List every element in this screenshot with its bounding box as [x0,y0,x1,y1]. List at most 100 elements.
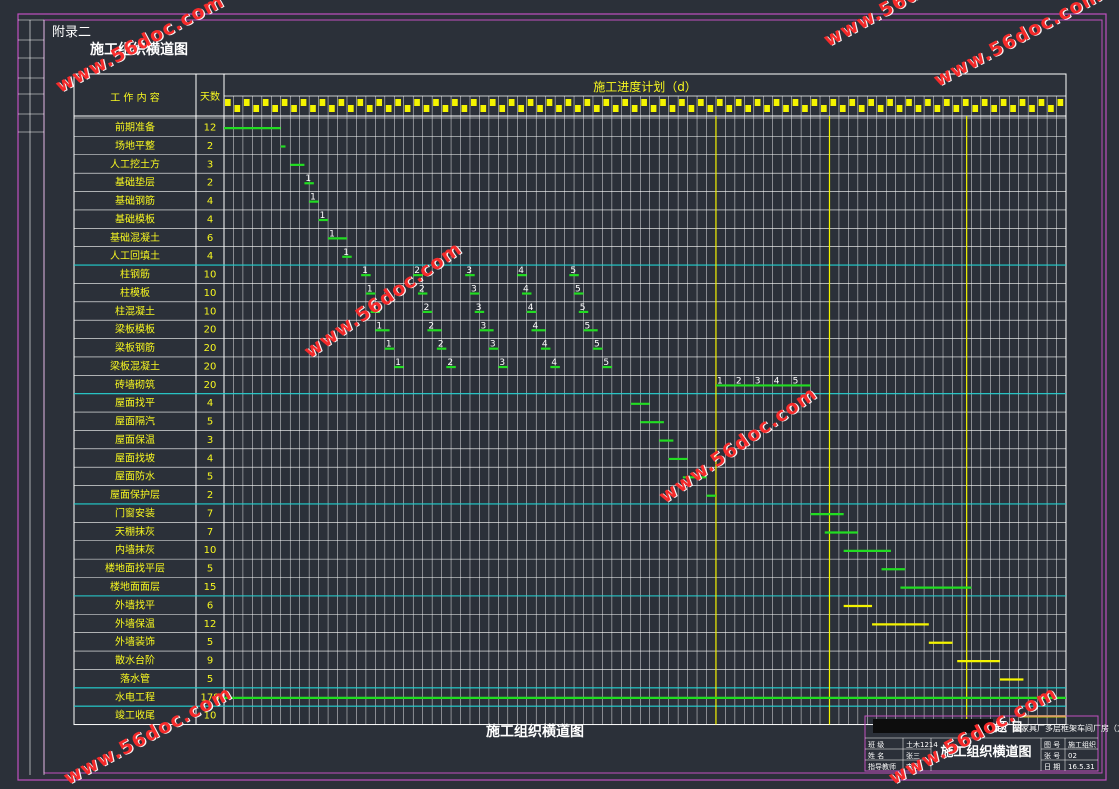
task-name: 柱模板 [120,286,150,299]
day-tick [660,99,666,106]
task-name: 梁板钢筋 [115,341,155,354]
day-tick [395,99,401,106]
day-tick [461,105,468,112]
task-days: 4 [207,251,213,262]
day-tick [423,105,430,112]
day-tick [726,105,733,112]
day-tick [1038,99,1045,106]
task-name: 天棚抹灰 [115,525,155,538]
section-label: 2 [438,340,444,350]
task-name: 梁板混凝土 [110,359,160,372]
task-name: 屋面找坡 [115,451,155,464]
day-tick [972,105,979,112]
day-tick [385,105,392,112]
day-tick [225,99,231,106]
day-tick [906,99,912,106]
project-name: 某家具厂多层框架车间厂房（方案一） [1013,723,1119,733]
task-days: 4 [207,196,213,207]
task-days: 20 [204,343,217,354]
title-block-key: 图 号 [1044,741,1060,749]
day-tick [944,99,950,106]
day-tick [1029,105,1035,112]
section-label: 3 [499,358,505,368]
task-days: 5 [207,417,213,428]
day-tick [991,105,997,112]
day-tick [915,105,922,112]
day-tick [1057,99,1064,106]
task-name: 竣工收尾 [115,709,155,722]
task-days: 5 [207,564,213,575]
section-label: 2 [424,303,430,313]
task-days: 5 [207,472,213,483]
day-tick [414,99,420,106]
day-tick [499,105,506,112]
day-tick [300,99,307,106]
task-days: 4 [207,453,213,464]
section-label: 5 [594,340,600,350]
day-tick [934,105,941,112]
title-block-value: 施工组织 [1068,740,1096,749]
section-label: 1 [329,229,335,239]
task-days: 15 [204,582,217,593]
task-days: 3 [207,159,213,170]
header-schedule: 施工进度计划（d） [593,79,697,94]
day-tick [319,99,326,106]
task-days: 10 [204,306,217,317]
task-name: 场地平整 [115,139,155,152]
day-tick [792,99,799,106]
day-tick [470,99,477,106]
section-label: 5 [580,303,586,313]
task-name: 楼地面面层 [110,580,160,593]
section-label: 3 [755,376,761,386]
section-label: 1 [717,376,723,386]
task-days: 7 [207,527,213,538]
task-name: 基础模板 [115,212,155,225]
task-name: 梁板模板 [115,323,155,336]
day-tick [821,105,827,112]
task-name: 屋面找平 [115,396,155,409]
day-tick [868,99,875,106]
section-label: 1 [305,174,311,184]
task-name: 人工挖土方 [110,157,160,170]
task-days: 9 [207,656,213,667]
day-tick [877,105,884,112]
task-name: 外墙找平 [115,598,155,611]
task-name: 人工回填土 [110,249,160,262]
day-tick [243,99,250,106]
day-tick [556,105,562,112]
task-name: 基础混凝土 [110,231,160,244]
header-days: 天数 [200,90,220,103]
day-tick [962,99,969,106]
day-tick [262,99,269,106]
task-name: 屋面防水 [115,470,155,483]
day-tick [433,99,439,106]
day-tick [830,99,837,106]
day-tick [679,99,685,106]
day-tick [887,99,893,106]
task-name: 落水管 [120,672,150,685]
day-tick [707,105,714,112]
day-tick [716,99,723,106]
task-days: 12 [204,123,217,134]
task-name: 水电工程 [115,690,155,703]
day-tick [357,99,364,106]
sheet-caption: 施工组织横道图 [486,723,584,740]
day-tick [631,105,638,112]
task-days: 20 [204,380,217,391]
day-tick [764,105,770,112]
task-days: 20 [204,325,217,336]
section-label: 5 [793,376,799,386]
day-tick [1019,99,1026,106]
gantt-drawing: 附录二施工组织横道图工 作 内 容天数施工进度计划（d）前期准备 12场地平整 2人… [17,13,1119,781]
day-tick [281,99,288,106]
day-tick [442,105,449,112]
task-days: 20 [204,361,217,372]
day-tick [480,105,487,112]
day-tick [234,105,241,112]
section-label: 3 [471,285,477,295]
day-tick [527,99,534,106]
day-tick [1010,105,1016,112]
task-days: 4 [207,214,213,225]
task-days: 10 [204,270,217,281]
day-tick [698,99,704,106]
